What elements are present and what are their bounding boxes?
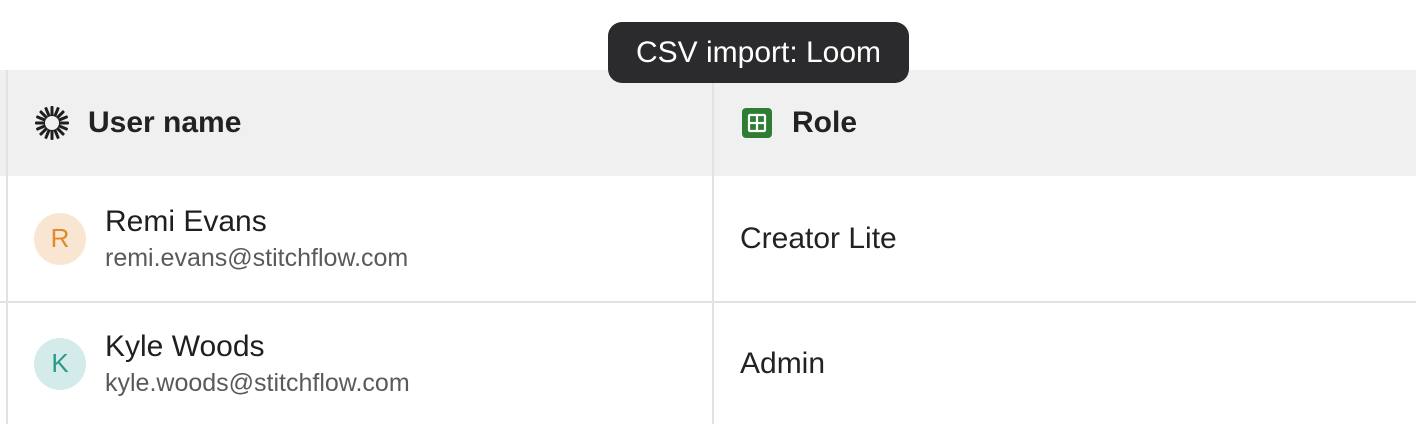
- avatar: K: [34, 337, 86, 390]
- spreadsheet-icon: [740, 106, 774, 140]
- user-email: remi.evans@stitchflow.com: [105, 243, 409, 272]
- user-email: kyle.woods@stitchflow.com: [105, 368, 410, 397]
- user-cell[interactable]: K Kyle Woods kyle.woods@stitchflow.com: [34, 303, 704, 424]
- user-info: Remi Evans remi.evans@stitchflow.com: [105, 204, 408, 274]
- user-name: Remi Evans: [105, 204, 267, 238]
- role-cell[interactable]: Admin: [740, 303, 1400, 424]
- user-info: Kyle Woods kyle.woods@stitchflow.com: [105, 329, 410, 399]
- avatar-initial: K: [51, 348, 69, 378]
- loom-logo-icon: [34, 105, 70, 141]
- table-row[interactable]: K Kyle Woods kyle.woods@stitchflow.com A…: [0, 303, 1416, 424]
- role-value: Creator Lite: [740, 221, 897, 255]
- column-header-label: Role: [792, 106, 858, 139]
- user-cell[interactable]: R Remi Evans remi.evans@stitchflow.com: [34, 176, 704, 301]
- table-header-row: User name Role: [0, 70, 1416, 176]
- avatar: R: [34, 212, 86, 265]
- role-value: Admin: [740, 346, 826, 380]
- column-header-label: User name: [88, 106, 242, 139]
- column-divider[interactable]: [712, 70, 714, 424]
- role-cell[interactable]: Creator Lite: [740, 176, 1400, 301]
- table-row[interactable]: R Remi Evans remi.evans@stitchflow.com C…: [0, 176, 1416, 303]
- column-header-role[interactable]: Role: [740, 70, 1400, 176]
- users-table: User name Role R Remi Evans remi.evans@s…: [0, 70, 1416, 424]
- avatar-initial: R: [50, 223, 70, 253]
- csv-import-tooltip: CSV import: Loom: [608, 22, 909, 83]
- column-header-user-name[interactable]: User name: [34, 70, 704, 176]
- column-divider: [6, 70, 8, 424]
- tooltip-text: CSV import: Loom: [635, 35, 882, 69]
- user-name: Kyle Woods: [105, 329, 265, 363]
